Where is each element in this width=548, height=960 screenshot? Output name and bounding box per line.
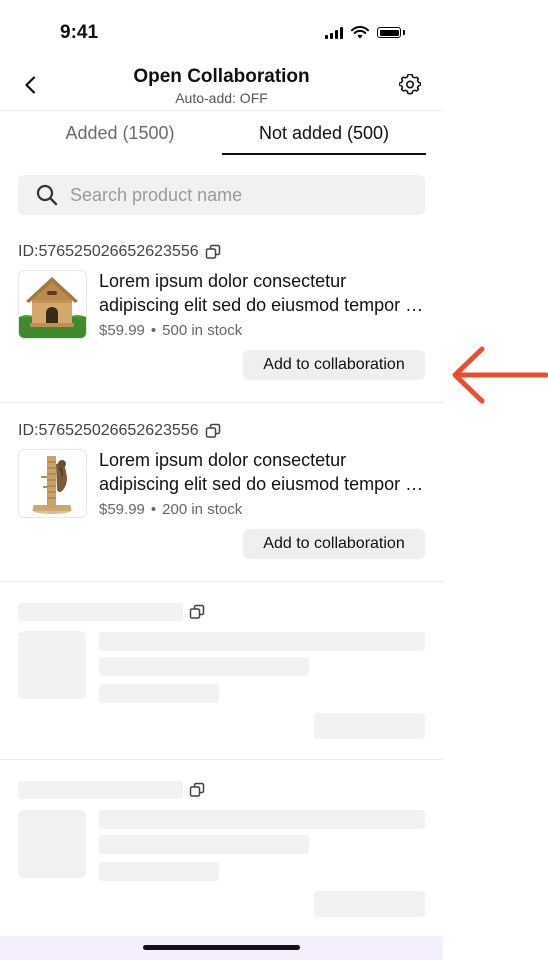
dot-separator: • bbox=[150, 501, 157, 518]
auto-add-status: Auto-add: OFF bbox=[175, 90, 268, 106]
skeleton-id bbox=[18, 781, 183, 799]
product-id-row: ID:576525026652623556 bbox=[18, 422, 221, 440]
product-price: $59.99 bbox=[99, 322, 145, 339]
product-meta: $59.99 • 500 in stock bbox=[99, 322, 242, 339]
skeleton-line bbox=[99, 835, 309, 854]
wifi-icon bbox=[351, 26, 369, 39]
home-indicator[interactable] bbox=[143, 945, 300, 950]
skeleton-button bbox=[314, 713, 425, 739]
product-name-line-1[interactable]: Lorem ipsum dolor consectetur bbox=[99, 448, 425, 472]
divider bbox=[0, 759, 443, 760]
product-name-line-2[interactable]: adipiscing elit sed do eiusmod tempor in… bbox=[99, 293, 425, 317]
phone-screen: 9:41 Open Collaboration Auto-add: OFF Ad… bbox=[0, 0, 443, 960]
skeleton-line bbox=[99, 632, 425, 651]
annotation-arrow-icon bbox=[452, 346, 548, 404]
product-id: ID:576525026652623556 bbox=[18, 422, 199, 439]
copy-icon bbox=[189, 604, 205, 619]
tab-not-added[interactable]: Not added (500) bbox=[222, 111, 426, 155]
add-to-collaboration-button[interactable]: Add to collaboration bbox=[243, 350, 425, 380]
tab-added[interactable]: Added (1500) bbox=[18, 111, 222, 155]
status-bar: 9:41 bbox=[0, 0, 443, 62]
product-image-dog-house[interactable] bbox=[18, 270, 87, 339]
product-id-row: ID:576525026652623556 bbox=[18, 243, 221, 261]
copy-icon bbox=[189, 782, 205, 797]
navigation-header: Open Collaboration Auto-add: OFF bbox=[0, 62, 443, 111]
product-name-line-2[interactable]: adipiscing elit sed do eiusmod tempor in… bbox=[99, 472, 425, 496]
status-time: 9:41 bbox=[60, 22, 99, 43]
product-image-cat-scratching-post[interactable] bbox=[18, 449, 87, 518]
active-tab-indicator bbox=[222, 153, 426, 155]
battery-tip bbox=[403, 30, 405, 35]
product-id: ID:576525026652623556 bbox=[18, 243, 199, 260]
skeleton-thumb bbox=[18, 810, 86, 878]
product-card: ID:576525026652623556 Lorem ipsum dolor … bbox=[0, 243, 443, 388]
skeleton-line bbox=[99, 684, 219, 703]
status-icons bbox=[325, 26, 405, 39]
product-price: $59.99 bbox=[99, 501, 145, 518]
skeleton-id bbox=[18, 603, 183, 621]
product-stock: 200 in stock bbox=[162, 501, 243, 518]
tab-bar: Added (1500) Not added (500) bbox=[0, 111, 443, 157]
search-bar bbox=[18, 175, 425, 215]
divider bbox=[0, 581, 443, 582]
product-name-line-1[interactable]: Lorem ipsum dolor consectetur bbox=[99, 269, 425, 293]
copy-icon[interactable] bbox=[205, 244, 221, 260]
skeleton-button bbox=[314, 891, 425, 917]
cellular-signal-icon bbox=[325, 26, 343, 39]
skeleton-line bbox=[99, 810, 425, 829]
add-to-collaboration-button[interactable]: Add to collaboration bbox=[243, 529, 425, 559]
divider bbox=[0, 402, 443, 403]
product-meta: $59.99 • 200 in stock bbox=[99, 501, 242, 518]
dot-separator: • bbox=[150, 322, 157, 339]
search-icon bbox=[36, 184, 58, 206]
product-stock: 500 in stock bbox=[162, 322, 243, 339]
page-title: Open Collaboration bbox=[133, 66, 310, 87]
skeleton-thumb bbox=[18, 631, 86, 699]
battery-icon bbox=[377, 27, 401, 38]
skeleton-line bbox=[99, 862, 219, 881]
skeleton-line bbox=[99, 657, 309, 676]
search-input[interactable] bbox=[68, 183, 392, 207]
settings-button[interactable] bbox=[398, 73, 422, 101]
copy-icon[interactable] bbox=[205, 423, 221, 439]
gear-icon bbox=[398, 73, 422, 95]
product-card: ID:576525026652623556 Lorem ipsum dolor … bbox=[0, 422, 443, 567]
